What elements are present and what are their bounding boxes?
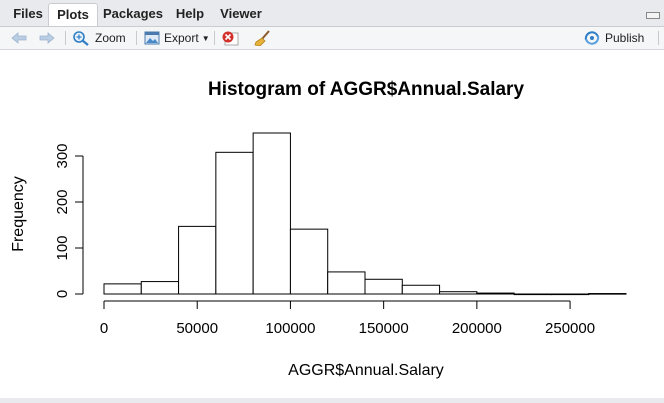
- remove-plot-button[interactable]: [221, 27, 239, 49]
- x-tick-label-5: 250000: [545, 320, 595, 337]
- arrow-right-icon: [39, 32, 55, 44]
- dropdown-caret-icon: ▼: [201, 33, 210, 43]
- remove-plot-icon: [222, 31, 239, 46]
- x-tick-label-2: 100000: [265, 320, 315, 337]
- histogram-chart: Histogram of AGGR$Annual.Salary Frequenc…: [10, 79, 627, 379]
- histogram-bar-0: [103, 283, 142, 295]
- export-icon: [144, 31, 160, 45]
- zoom-icon: [73, 31, 89, 46]
- tab-help[interactable]: Help: [169, 3, 211, 25]
- pane-tab-bar: Files Plots Packages Help Viewer: [0, 0, 664, 27]
- broom-icon: [254, 30, 270, 46]
- tab-viewer[interactable]: Viewer: [213, 3, 269, 25]
- minimize-icon[interactable]: [646, 12, 660, 19]
- y-tick-label-0: 0: [54, 290, 71, 298]
- back-button[interactable]: [10, 27, 28, 49]
- chart-title: Histogram of AGGR$Annual.Salary: [208, 79, 524, 100]
- histogram-bar-2: [178, 225, 217, 295]
- zoom-label: Zoom: [95, 31, 126, 45]
- histogram-bar-13: [588, 293, 627, 295]
- histogram-bar-8: [401, 284, 441, 295]
- tab-packages[interactable]: Packages: [97, 3, 169, 25]
- pane-bottom-edge: [0, 398, 664, 403]
- tab-plots[interactable]: Plots: [48, 3, 98, 26]
- histogram-bar-9: [439, 291, 478, 295]
- clear-plots-button[interactable]: [254, 27, 272, 49]
- x-tick-label-1: 50000: [176, 320, 218, 337]
- histogram-bar-7: [364, 278, 403, 295]
- histogram-bar-11: [513, 293, 552, 296]
- x-tick-label-4: 200000: [452, 320, 502, 337]
- export-button[interactable]: Export ▼: [144, 27, 210, 49]
- histogram-bar-1: [140, 281, 180, 295]
- x-axis-label: AGGR$Annual.Salary: [288, 362, 444, 379]
- publish-button[interactable]: Publish: [583, 27, 644, 49]
- export-label: Export: [164, 31, 199, 45]
- histogram-bar-5: [289, 228, 329, 295]
- x-tick-label-3: 150000: [359, 320, 409, 337]
- histogram-bar-10: [476, 292, 515, 295]
- y-axis-label: Frequency: [10, 176, 27, 252]
- histogram-bar-3: [215, 151, 254, 295]
- x-tick-label-0: 0: [100, 320, 108, 337]
- histogram-bar-6: [327, 271, 366, 295]
- tab-files[interactable]: Files: [6, 3, 50, 25]
- forward-button[interactable]: [38, 27, 56, 49]
- zoom-button[interactable]: Zoom: [72, 27, 126, 49]
- plot-toolbar: Zoom Export ▼ Publish: [0, 27, 664, 50]
- publish-icon: [584, 31, 600, 45]
- y-tick-label-1: 100: [54, 235, 71, 260]
- y-tick-label-2: 200: [54, 189, 71, 214]
- histogram-bar-4: [252, 132, 291, 295]
- histogram-bar-12: [550, 293, 590, 296]
- plots-pane: Files Plots Packages Help Viewer Zoom Ex…: [0, 0, 664, 403]
- plot-area: Histogram of AGGR$Annual.Salary Frequenc…: [5, 50, 659, 397]
- arrow-left-icon: [11, 32, 27, 44]
- publish-label: Publish: [605, 31, 645, 45]
- y-tick-label-3: 300: [54, 143, 71, 168]
